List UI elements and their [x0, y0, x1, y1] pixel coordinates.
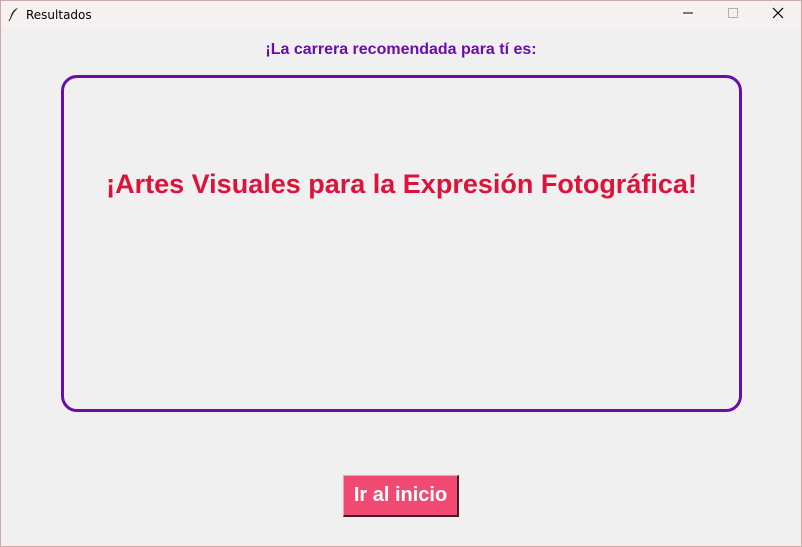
maximize-button[interactable] — [710, 1, 756, 28]
page-heading: ¡La carrera recomendada para tí es: — [265, 41, 537, 58]
minimize-icon — [682, 6, 694, 24]
window-title: Resultados — [26, 8, 92, 22]
app-window: Resultados ¡La carrera recomendada para … — [0, 0, 802, 547]
title-bar[interactable]: Resultados — [1, 1, 801, 28]
recommended-career: ¡Artes Visuales para la Expresión Fotogr… — [106, 169, 697, 199]
result-frame: ¡Artes Visuales para la Expresión Fotogr… — [61, 75, 742, 412]
close-icon — [772, 6, 784, 24]
go-home-button[interactable]: Ir al inicio — [343, 475, 459, 517]
close-button[interactable] — [755, 1, 801, 28]
maximize-icon — [727, 6, 739, 24]
feather-icon — [8, 7, 20, 22]
minimize-button[interactable] — [665, 1, 711, 28]
